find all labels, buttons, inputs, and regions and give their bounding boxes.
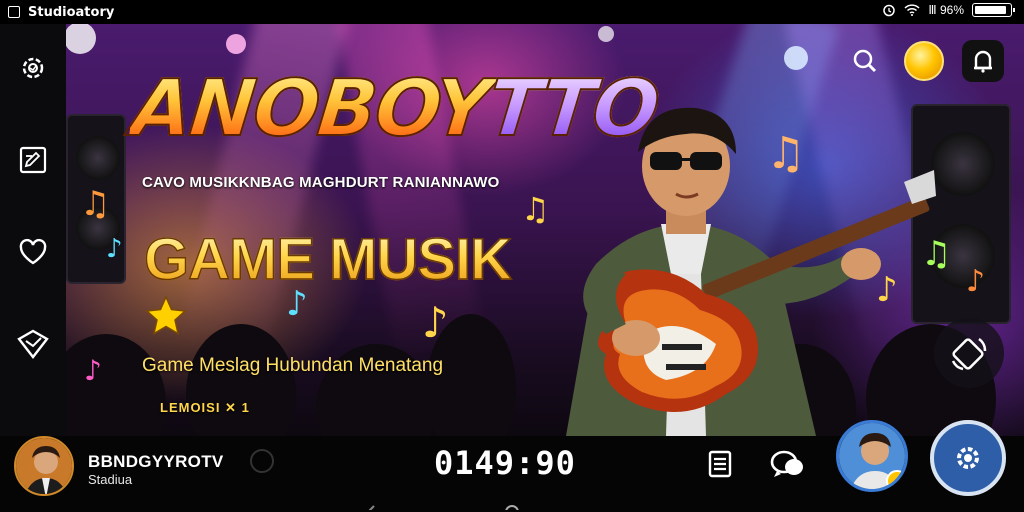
opponent-avatar[interactable]: [836, 420, 908, 492]
notification-icon: [974, 50, 992, 73]
app-name: Studioatory: [28, 4, 115, 20]
shield-check-icon: [17, 329, 49, 359]
speaker-cone: [931, 132, 995, 196]
menu-list-icon: [708, 450, 732, 478]
coin-icon[interactable]: [904, 41, 944, 81]
favorite-button[interactable]: [13, 232, 53, 272]
wifi-icon: [904, 4, 920, 16]
logo-main-text: ANOBOY: [126, 63, 494, 155]
edit-note-icon: [19, 146, 47, 174]
music-note-icon: ♪: [106, 234, 123, 264]
signal-battery-text: Ⅲ 96%: [928, 3, 964, 17]
music-note-icon: ♪: [84, 354, 102, 387]
search-button[interactable]: [844, 40, 886, 82]
guitarist-illustration: [566, 107, 936, 436]
status-bar: Studioatory Ⅲ 96%: [0, 0, 1024, 24]
chat-button[interactable]: [769, 447, 805, 481]
menu-list-button[interactable]: [706, 449, 734, 479]
edit-note-button[interactable]: [13, 140, 53, 180]
speaker-cone: [76, 136, 120, 180]
left-rail: [0, 24, 66, 436]
settings-gear-icon: [957, 447, 979, 469]
notification-button[interactable]: [962, 40, 1004, 82]
settings-button[interactable]: [930, 420, 1006, 496]
status-indicators: Ⅲ 96%: [882, 3, 1015, 17]
game-timer: 0149:90: [434, 444, 576, 482]
battery-icon: [972, 3, 1015, 17]
music-note-icon: ♪: [422, 298, 449, 347]
status-dot-button[interactable]: [250, 449, 274, 473]
level-text: LEMOISI ✕ 1: [160, 400, 250, 415]
game-title: GAME MUSIK: [143, 226, 513, 293]
battery-fill: [975, 6, 1006, 14]
chat-bubble-icon: [770, 450, 803, 477]
shield-button[interactable]: [13, 324, 53, 364]
crowd-silhouette: [66, 334, 166, 436]
alarm-icon: [883, 4, 896, 17]
player-name: BBNDGYYROTV: [88, 452, 224, 471]
settings-gear-icon: [22, 57, 44, 79]
settings-gear-button[interactable]: [13, 48, 53, 88]
player-avatar[interactable]: [14, 436, 74, 496]
player-status: Stadiua: [88, 472, 133, 487]
top-controls: [844, 40, 1004, 82]
subtitle: Game Meslag Hubundan Menatang: [142, 355, 444, 376]
rotate-screen-button[interactable]: [934, 318, 1004, 388]
app-icon: [8, 6, 20, 18]
system-nav-hint: [368, 505, 519, 510]
music-note-icon: ♫: [80, 184, 111, 224]
star-icon: [145, 295, 187, 336]
music-note-icon: ♪: [966, 264, 986, 299]
rotate-icon: [951, 337, 987, 371]
search-icon: [853, 49, 877, 73]
tagline: CAVO MUSIKKNBAG MAGHDURT RANIANNAWO: [142, 174, 500, 191]
heart-icon: [19, 238, 47, 265]
game-banner: ♫ ♪ ♪ ♪ ♪ ♫ ♫ ♫ ♪ ♪ ANOBOYTTO CAVO MUSIK…: [66, 24, 1024, 436]
